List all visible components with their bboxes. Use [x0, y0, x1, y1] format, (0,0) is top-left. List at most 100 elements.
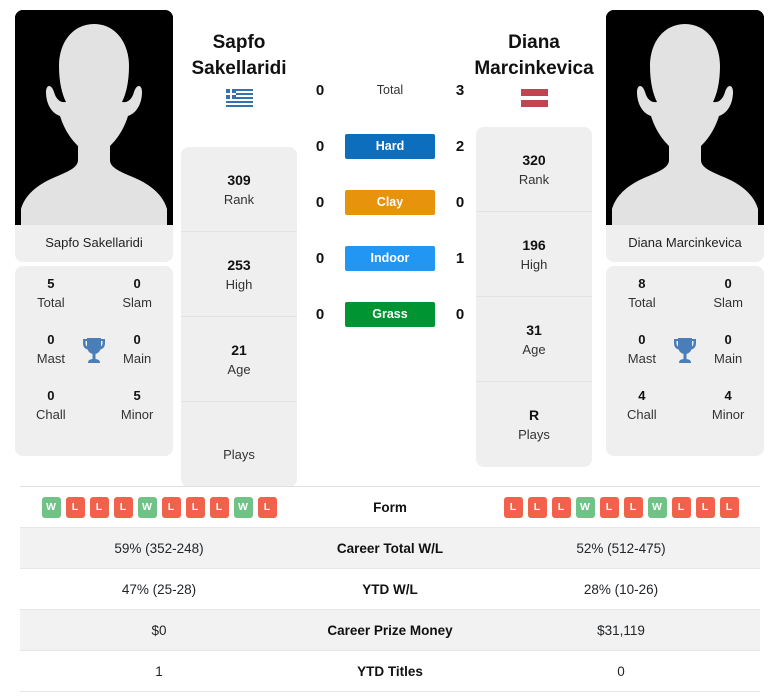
player-left-photo-card[interactable]: Sapfo Sakellaridi — [15, 10, 173, 263]
trophy-icon — [82, 337, 105, 363]
form-strip-right: LLLWLLWLLL — [503, 496, 739, 518]
player-left-titles-card: 5 Total 0 Slam 0 Mast 0 Main 0 Chall 5 M… — [15, 266, 173, 457]
h2h-surface-label-grass[interactable]: Grass — [345, 301, 435, 327]
titles-total: 5 Total — [37, 276, 65, 311]
h2h-right-score: 3 — [455, 81, 465, 99]
titles-row-chall-minor: 0 Chall 5 Minor — [15, 386, 173, 442]
form-badge[interactable]: L — [719, 496, 739, 518]
form-badge[interactable]: L — [551, 496, 571, 518]
player-right-last-name: Marcinkevica — [474, 58, 594, 79]
form-badge[interactable]: W — [575, 496, 595, 518]
titles-slam: 0 Slam — [713, 276, 743, 311]
form-badge[interactable]: L — [89, 496, 109, 518]
stat-age: 21 Age — [181, 317, 297, 402]
player-right-photo-card[interactable]: Diana Marcinkevica — [606, 10, 764, 263]
stat-plays: Plays — [223, 447, 255, 462]
titles-row-total-slam: 5 Total 0 Slam — [15, 274, 173, 330]
form-badge[interactable]: L — [527, 496, 547, 518]
player-left-last-name: Sakellaridi — [191, 58, 287, 79]
table-cell-right: 0 — [617, 663, 625, 679]
titles-row-mast-main: 0 Mast 0 Main — [15, 330, 173, 386]
table-row-label: Career Prize Money — [327, 622, 453, 638]
table-cell-left: WLLLWLLLWL — [20, 496, 298, 518]
h2h-right-score: 2 — [455, 137, 465, 155]
stat-age: 31 Age — [476, 297, 592, 382]
player-right-first-name: Diana — [508, 32, 560, 53]
titles-mast: 0 Mast — [627, 332, 656, 367]
player-left-name-block[interactable]: Sapfo Sakellaridi — [173, 30, 305, 107]
player-left-photo-frame — [15, 10, 173, 225]
form-badge[interactable]: L — [161, 496, 181, 518]
player-right-stats-card: 320 Rank 196 High 31 Age R Plays — [476, 127, 592, 467]
form-badge[interactable]: L — [257, 496, 277, 518]
h2h-row-hard: 0 Hard 2 — [310, 118, 470, 174]
form-strip-left: WLLLWLLLWL — [41, 496, 277, 518]
form-badge[interactable]: L — [695, 496, 715, 518]
table-cell-right: LLLWLLWLLL — [482, 496, 760, 518]
table-cell-left: 47% (25-28) — [121, 581, 197, 597]
stat-rank: 320 Rank — [476, 127, 592, 212]
h2h-right-score: 0 — [455, 305, 465, 323]
h2h-surface-label-indoor[interactable]: Indoor — [345, 245, 435, 271]
h2h-row-clay: 0 Clay 0 — [310, 174, 470, 230]
trophy-icon — [666, 330, 705, 370]
h2h-left-score: 0 — [315, 249, 325, 267]
table-cell-right: $31,119 — [597, 622, 645, 638]
player-right-photo-name: Diana Marcinkevica — [628, 235, 742, 250]
h2h-left-score: 0 — [315, 137, 325, 155]
form-badge[interactable]: L — [113, 496, 133, 518]
player-overview-section: Sapfo Sakellaridi 5 Total 0 Slam 0 Mast … — [0, 0, 779, 487]
head-to-head-column: 0 Total 3 0 Hard 2 0 Clay 0 0 Indoor 1 0 Grass 0 — [310, 62, 470, 342]
form-badge[interactable]: L — [209, 496, 229, 518]
form-badge[interactable]: L — [503, 496, 523, 518]
player-left-first-name: Sapfo — [212, 32, 266, 53]
titles-slam: 0 Slam — [122, 276, 152, 311]
titles-minor: 4 Minor — [711, 388, 745, 423]
h2h-surface-label-total: Total — [376, 83, 404, 97]
form-badge[interactable]: L — [599, 496, 619, 518]
form-badge[interactable]: L — [671, 496, 691, 518]
h2h-right-score: 1 — [455, 249, 465, 267]
h2h-surface-label-clay[interactable]: Clay — [345, 189, 435, 215]
h2h-surface-label-hard[interactable]: Hard — [345, 133, 435, 159]
player-comparison-page: Sapfo Sakellaridi 5 Total 0 Slam 0 Mast … — [0, 0, 779, 699]
form-badge[interactable]: W — [647, 496, 667, 518]
titles-main: 0 Main — [123, 332, 152, 367]
titles-row-chall-minor: 4 Chall 4 Minor — [606, 386, 764, 442]
titles-main: 0 Main — [714, 332, 743, 367]
player-left-flag — [173, 89, 305, 107]
player-left-photo-name: Sapfo Sakellaridi — [45, 235, 143, 250]
player-right-panel: Diana Marcinkevica 8 Total 0 Slam 0 Mast… — [606, 10, 764, 457]
flag-greece-icon — [225, 89, 253, 107]
form-badge[interactable]: W — [233, 496, 253, 518]
titles-chall: 4 Chall — [627, 388, 657, 423]
form-badge[interactable]: L — [65, 496, 85, 518]
titles-mast: 0 Mast — [36, 332, 65, 367]
h2h-left-score: 0 — [315, 305, 325, 323]
player-left-panel: Sapfo Sakellaridi 5 Total 0 Slam 0 Mast … — [15, 10, 173, 457]
stat-high: 196 High — [476, 212, 592, 297]
form-badge[interactable]: L — [623, 496, 643, 518]
h2h-left-score: 0 — [315, 81, 325, 99]
table-cell-left: 59% (352-248) — [114, 540, 204, 556]
player-photo-placeholder-icon — [15, 10, 173, 225]
titles-chall: 0 Chall — [36, 388, 66, 423]
table-row: 59% (352-248) Career Total W/L 52% (512-47… — [20, 528, 760, 569]
form-badge[interactable]: L — [185, 496, 205, 518]
h2h-row-indoor: 0 Indoor 1 — [310, 230, 470, 286]
stat-high: 253 High — [181, 232, 297, 317]
table-row: 1 YTD Titles 0 — [20, 651, 760, 692]
form-badge[interactable]: W — [137, 496, 157, 518]
player-right-titles-card: 8 Total 0 Slam 0 Mast 0 Main 4 Chall 4 M… — [606, 266, 764, 457]
titles-row-total-slam: 8 Total 0 Slam — [606, 274, 764, 330]
flag-latvia-icon — [520, 89, 548, 107]
player-right-name-block[interactable]: Diana Marcinkevica — [468, 30, 600, 107]
player-right-photo-frame — [606, 10, 764, 225]
player-photo-placeholder-icon — [606, 10, 764, 225]
table-cell-right: 28% (10-26) — [583, 581, 659, 597]
table-row: W L L L W L L L W L Form L L L W L L W L L L — [20, 487, 760, 528]
form-badge[interactable]: W — [41, 496, 61, 518]
player-left-stats-card: 309 Rank 253 High 21 Age Plays — [181, 147, 297, 487]
h2h-row-total: 0 Total 3 — [310, 62, 470, 118]
h2h-right-score: 0 — [455, 193, 465, 211]
